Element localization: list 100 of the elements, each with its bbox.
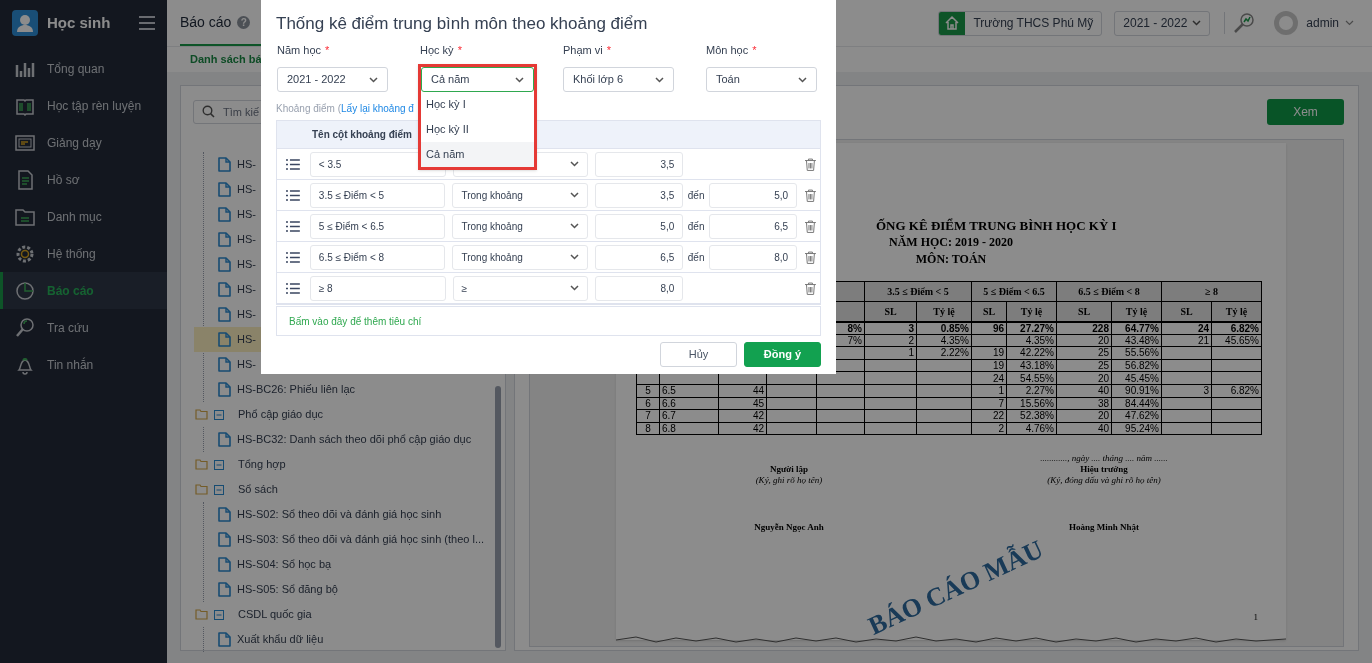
table-cell: 22 (992, 410, 1004, 422)
table-cell: 25 (1097, 347, 1109, 359)
table-cell: 40 (1097, 423, 1109, 435)
table-cell: 27.27% (1020, 322, 1054, 334)
page-title: Báo cáo (180, 12, 232, 32)
table-cell: 54.55% (1020, 372, 1054, 384)
table-cell: 4.35% (1025, 334, 1054, 346)
to-label: đến (686, 250, 706, 265)
table-cell: 7 (998, 397, 1004, 409)
sample-watermark: BÁO CÁO MẪU (862, 533, 1049, 643)
column-header: Tỷ lệ (1125, 305, 1148, 317)
table-cell: 4.76% (1025, 423, 1054, 435)
app-title: Học sinh (47, 12, 112, 33)
table-cell: 43.48% (1125, 334, 1159, 346)
table-cell: 55.56% (1125, 347, 1159, 359)
column-header: SL (982, 305, 996, 317)
table-cell: 52.38% (1020, 410, 1054, 422)
table-cell: 20 (1097, 410, 1109, 422)
table-cell: 96 (992, 322, 1004, 334)
table-cell: 6.82% (1230, 385, 1259, 397)
required-mark: * (752, 43, 757, 56)
column-header: SL (1180, 305, 1193, 317)
table-cell: 7 (645, 410, 651, 422)
range-label: Khoảng điểm ( (276, 101, 342, 116)
table-cell: 45 (752, 397, 764, 409)
signer-note: (Ký, đóng dấu và ghi rõ họ tên) (1047, 475, 1161, 487)
table-cell: 21 (1197, 334, 1209, 346)
field-label: Năm học (277, 43, 322, 56)
table-cell: 38 (1097, 397, 1109, 409)
table-cell: 7% (847, 334, 862, 346)
table-cell: 6.7 (662, 410, 676, 422)
to-label: đến (686, 188, 706, 203)
field-label: Môn học (706, 43, 749, 56)
column-header: Tỷ lệ (933, 305, 955, 317)
table-cell: 42 (752, 423, 764, 435)
report-title: MÔN: TOÁN (915, 251, 987, 268)
table-cell: 228 (1092, 322, 1109, 334)
table-cell: 6.5 (662, 385, 676, 397)
table-cell: 47.62% (1125, 410, 1159, 422)
table-cell: 3 (1203, 385, 1209, 397)
dialog-title: Thống kê điểm trung bình môn theo khoảng điểm (276, 13, 649, 35)
table-cell: 84.44% (1125, 397, 1159, 409)
table-cell: 15.56% (1020, 397, 1054, 409)
date-line: ............, ngày .... tháng .... năm ...... (1040, 453, 1168, 465)
page-number: 1 (1253, 610, 1258, 624)
table-cell: 2.22% (940, 347, 969, 359)
column-header: SL (1077, 305, 1091, 317)
required-mark: * (325, 43, 330, 56)
table-cell: 6.82% (1230, 322, 1259, 334)
table-cell: 6 (645, 397, 651, 409)
column-header: SL (884, 305, 897, 317)
table-cell: 20 (1097, 372, 1109, 384)
table-cell: 25 (1097, 360, 1109, 372)
signer-name: Nguyễn Ngọc Anh (754, 521, 824, 535)
table-cell: 2 (908, 334, 914, 346)
table-cell: 56.82% (1125, 360, 1159, 372)
signer-role: Người lập (769, 464, 809, 476)
table-cell: 6.8 (662, 423, 676, 435)
column-group-header: 6.5 ≤ Điểm < 8 (1078, 286, 1140, 297)
signer-role: Hiệu trưởng (1080, 464, 1128, 476)
column-group-header: ≥ 8 (1205, 286, 1218, 297)
table-cell: 95.24% (1125, 423, 1159, 435)
table-cell: 43.18% (1020, 360, 1054, 372)
table-cell: 8 (645, 423, 651, 435)
table-cell: 19 (992, 360, 1004, 372)
table-cell: 90.91% (1125, 385, 1159, 397)
table-cell: 1 (908, 347, 914, 359)
column-header: Tỷ lệ (1020, 305, 1043, 317)
field-label: Phạm vi (563, 43, 603, 56)
table-cell: 1 (998, 385, 1004, 397)
table-cell: 24 (992, 372, 1004, 384)
to-label: đến (686, 219, 706, 234)
column-header: Tỷ lệ (1225, 305, 1248, 317)
table-cell: 5 (645, 385, 651, 397)
table-cell: 3 (908, 322, 914, 334)
table-cell: 45.65% (1225, 334, 1259, 346)
signer-name: Hoàng Minh Nhật (1069, 521, 1139, 535)
table-cell: 42.22% (1020, 347, 1054, 359)
required-mark: * (606, 43, 612, 56)
table-cell: 40 (1097, 385, 1109, 397)
table-cell: 2.27% (1025, 385, 1054, 397)
column-group-header: 5 ≤ Điểm < 6.5 (983, 286, 1045, 297)
table-cell: 19 (992, 347, 1004, 359)
required-mark: * (457, 43, 462, 56)
table-cell: 4.35% (940, 334, 969, 346)
table-cell: 45.45% (1125, 372, 1159, 384)
report-title: ỐNG KÊ ĐIỂM TRUNG BÌNH HỌC KỲ I (876, 217, 1117, 234)
table-cell: 0.85% (940, 322, 969, 334)
table-cell: 42 (752, 410, 764, 422)
signer-note: (Ký, ghi rõ họ tên) (755, 475, 823, 487)
table-cell: 44 (752, 385, 764, 397)
report-title: NĂM HỌC: 2019 - 2020 (889, 234, 1013, 251)
column-header: Tên cột khoảng điểm (312, 128, 412, 142)
table-cell: 24 (1197, 322, 1209, 334)
field-label: Học kỳ (420, 43, 454, 56)
table-cell: 20 (1097, 334, 1109, 346)
table-cell: 8% (847, 322, 862, 334)
table-cell: 2 (998, 423, 1004, 435)
table-cell: 64.77% (1125, 322, 1159, 334)
table-cell: 6.6 (662, 397, 676, 409)
